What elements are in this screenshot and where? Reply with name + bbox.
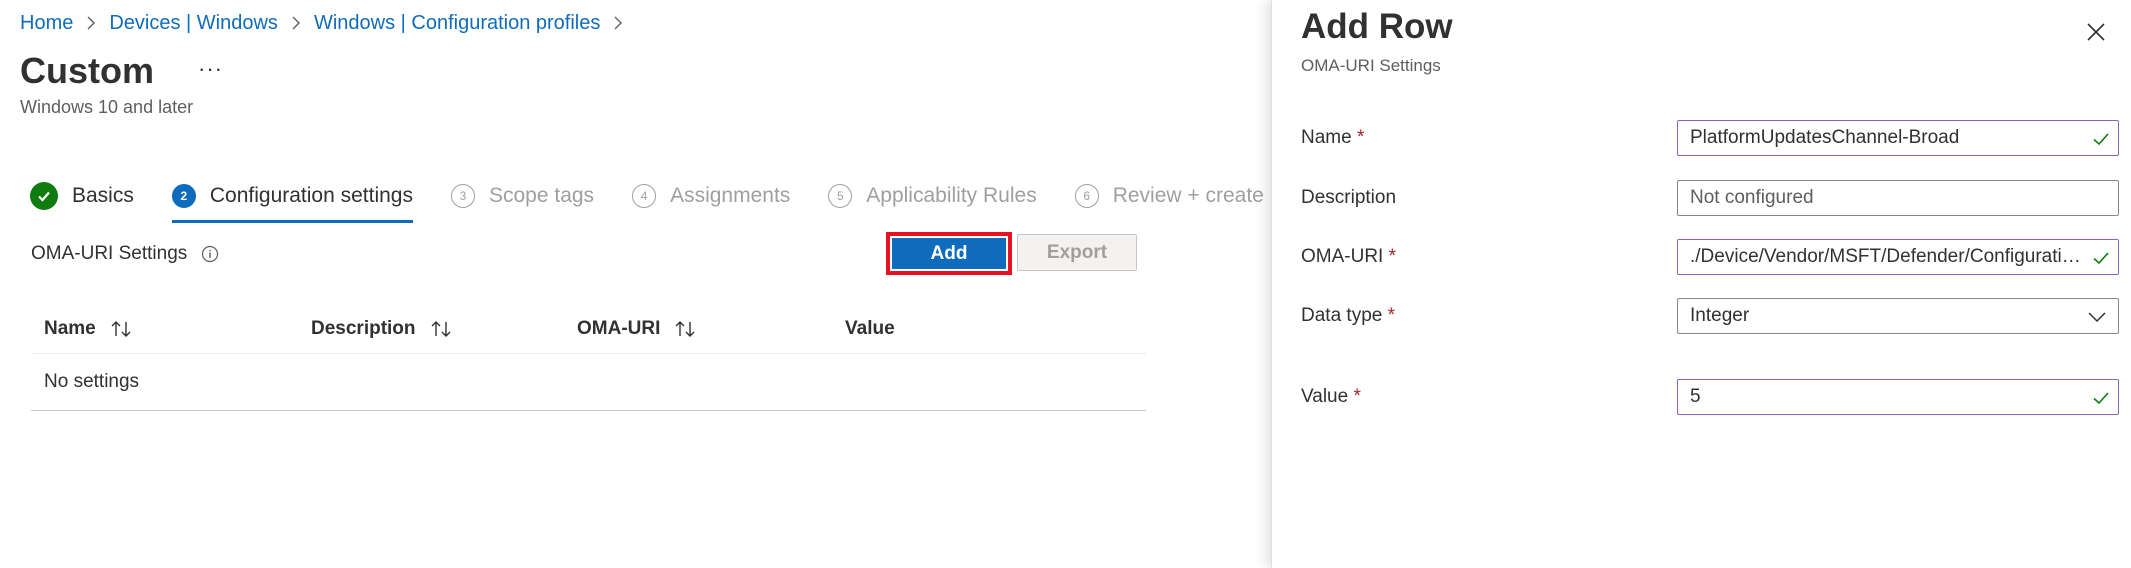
column-header-label: OMA-URI (577, 318, 661, 339)
sort-icon[interactable] (110, 320, 132, 338)
column-header-label: Name (44, 318, 96, 339)
chevron-right-icon (612, 16, 624, 30)
column-header-label: Description (311, 318, 416, 339)
step-basics[interactable]: Basics (30, 175, 134, 217)
checkmark-circle-icon (30, 182, 58, 210)
breadcrumb-devices-windows[interactable]: Devices | Windows (109, 12, 278, 35)
data-type-label: Data type * (1301, 305, 1395, 327)
oma-uri-label: OMA-URI * (1301, 246, 1396, 268)
step-scope-tags[interactable]: 3 Scope tags (450, 175, 595, 217)
step-number: 2 (171, 184, 196, 208)
wizard-steps: Basics 2 Configuration settings 3 Scope … (30, 174, 1302, 223)
step-label: Applicability Rules (866, 184, 1037, 207)
step-label: Basics (72, 184, 134, 207)
required-marker: * (1387, 305, 1396, 326)
description-field-placeholder: Not configured (1690, 187, 1814, 208)
step-label: Review + create (1112, 184, 1264, 207)
step-applicability-rules[interactable]: 5 Applicability Rules (828, 175, 1037, 217)
add-row-panel: Add Row OMA-URI Settings Name * Platform… (1271, 0, 2131, 568)
breadcrumb-configuration-profiles[interactable]: Windows | Configuration profiles (314, 12, 600, 35)
step-label: Scope tags (488, 184, 595, 207)
step-label: Assignments (670, 184, 791, 207)
step-number: 6 (1074, 184, 1099, 208)
data-type-selected-value: Integer (1690, 305, 1750, 326)
main-content: Home Devices | Windows Windows | Configu… (0, 0, 1271, 568)
step-review-create[interactable]: 6 Review + create (1074, 175, 1264, 217)
required-marker: * (1356, 127, 1365, 148)
label-text: OMA-URI (1301, 246, 1384, 267)
step-configuration-settings[interactable]: 2 Configuration settings (171, 175, 414, 223)
chevron-right-icon (290, 16, 302, 30)
column-header-value: Value (834, 318, 895, 340)
value-field-value: 5 (1690, 386, 1701, 407)
label-text: Description (1301, 187, 1397, 208)
add-button[interactable]: Add (892, 238, 1006, 269)
required-marker: * (1353, 386, 1361, 407)
step-assignments[interactable]: 4 Assignments (632, 175, 790, 217)
checkmark-icon (2092, 389, 2110, 407)
required-marker: * (1388, 246, 1397, 267)
panel-subtitle: OMA-URI Settings (1301, 56, 1441, 75)
label-text: Value (1301, 386, 1349, 407)
sort-icon[interactable] (430, 320, 452, 338)
export-button: Export (1017, 234, 1137, 271)
oma-uri-field[interactable]: ./Device/Vendor/MSFT/Defender/Configurat… (1677, 239, 2119, 275)
description-label: Description (1301, 187, 1396, 209)
value-field[interactable]: 5 (1677, 379, 2119, 415)
breadcrumb: Home Devices | Windows Windows | Configu… (20, 10, 636, 36)
add-button-highlight: Add (886, 232, 1012, 275)
step-number: 5 (828, 184, 853, 208)
section-label-text: OMA-URI Settings (31, 243, 188, 264)
name-field[interactable]: PlatformUpdatesChannel-Broad (1677, 120, 2119, 156)
table-header: Name Description OMA-URI Value (31, 305, 1146, 354)
step-number: 3 (450, 184, 475, 208)
sort-icon[interactable] (674, 320, 696, 338)
breadcrumb-home[interactable]: Home (20, 12, 73, 35)
chevron-right-icon (85, 16, 97, 30)
data-type-dropdown[interactable]: Integer (1677, 298, 2119, 334)
checkmark-icon (2092, 130, 2110, 148)
value-label: Value * (1301, 386, 1361, 408)
column-header-oma-uri[interactable]: OMA-URI (566, 318, 834, 340)
step-number: 4 (632, 184, 657, 208)
empty-state-row: No settings (31, 354, 1146, 411)
name-field-value: PlatformUpdatesChannel-Broad (1690, 127, 1960, 148)
page-subtitle: Windows 10 and later (20, 97, 194, 117)
label-text: Name (1301, 127, 1352, 148)
step-label: Configuration settings (209, 184, 413, 207)
chevron-down-icon (2088, 311, 2106, 323)
more-options-button[interactable]: ··· (198, 56, 223, 82)
title-row: Custom ··· (20, 50, 223, 92)
page-title: Custom (20, 50, 154, 91)
description-field[interactable]: Not configured (1677, 180, 2119, 216)
label-text: Data type (1301, 305, 1383, 326)
panel-title: Add Row (1301, 7, 1453, 46)
info-icon[interactable] (201, 245, 219, 263)
oma-uri-field-value: ./Device/Vendor/MSFT/Defender/Configurat… (1690, 246, 2088, 267)
name-label: Name * (1301, 127, 1364, 149)
column-header-description[interactable]: Description (299, 318, 566, 340)
column-header-name[interactable]: Name (31, 318, 299, 340)
close-icon[interactable] (2084, 20, 2108, 44)
checkmark-icon (2092, 249, 2110, 267)
column-header-label: Value (845, 318, 895, 339)
oma-uri-settings-table: Name Description OMA-URI Value No settin… (31, 305, 1146, 411)
oma-uri-settings-label: OMA-URI Settings (31, 243, 219, 265)
